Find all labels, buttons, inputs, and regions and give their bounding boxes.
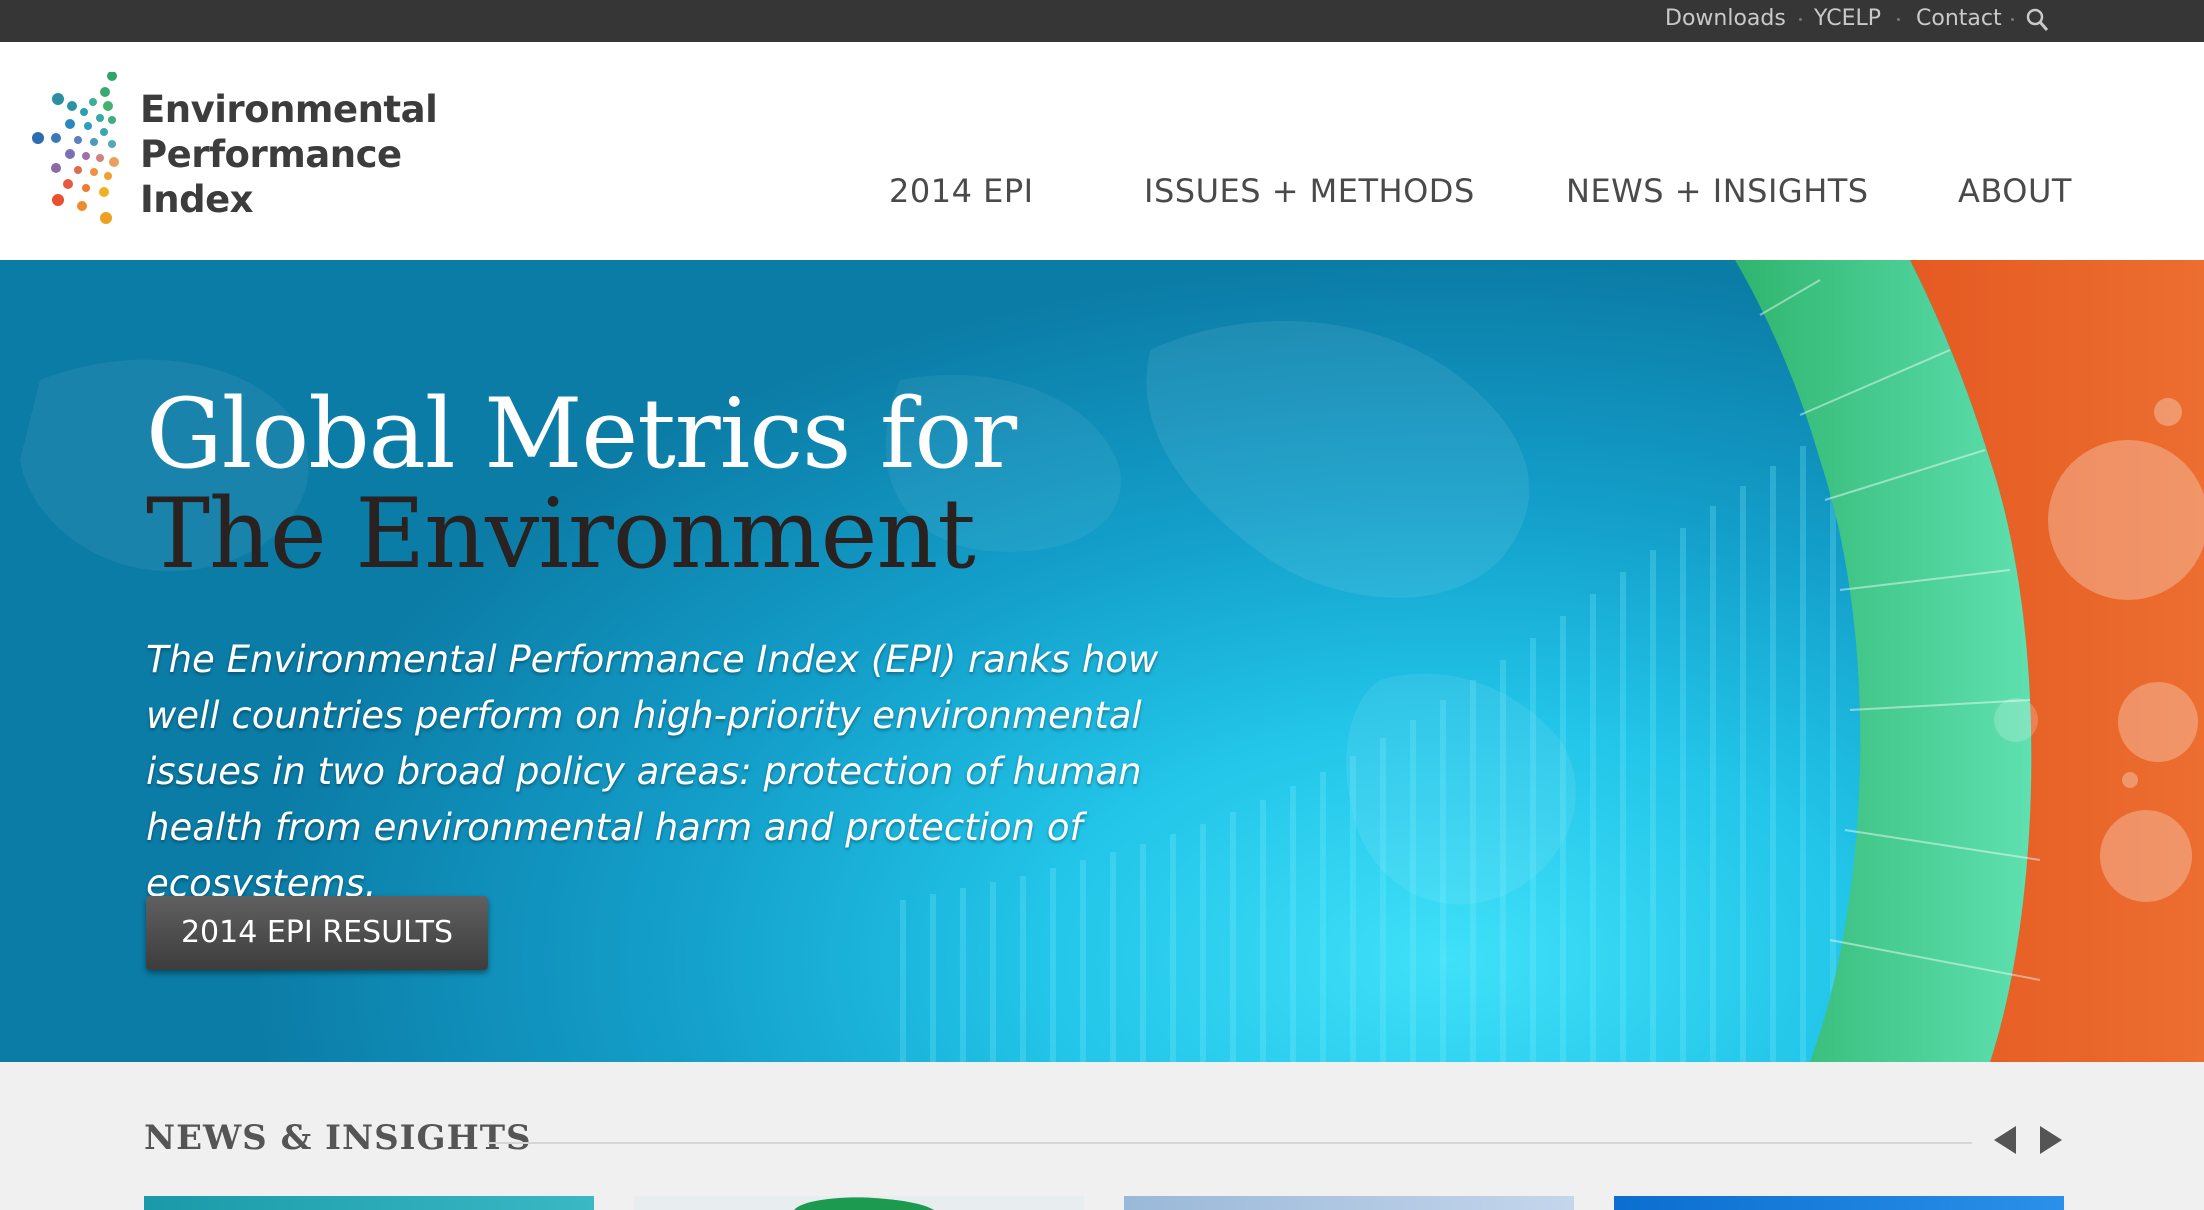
hero-banner: Global Metrics for The Environment The E…	[0, 260, 2204, 1062]
hero-title-line2: The Environment	[146, 478, 976, 590]
epi-results-button[interactable]: 2014 EPI RESULTS	[146, 896, 488, 970]
nav-item-news-insights[interactable]: NEWS + INSIGHTS	[1566, 172, 1869, 210]
news-card-thumbnail[interactable]	[1614, 1196, 2064, 1210]
separator-dot	[1799, 18, 1802, 21]
nav-item-about[interactable]: ABOUT	[1958, 172, 2072, 210]
triangle-right-icon[interactable]	[2038, 1124, 2064, 1156]
logo-text-line3: Index	[140, 178, 254, 221]
separator-dot	[1897, 18, 1900, 21]
ycelp-link[interactable]: YCELP	[1814, 0, 1881, 42]
downloads-link[interactable]: Downloads	[1665, 0, 1786, 42]
thumbnail-graphic	[794, 1197, 934, 1210]
nav-item-issues-methods[interactable]: ISSUES + METHODS	[1144, 172, 1475, 210]
news-section: NEWS & INSIGHTS	[0, 1062, 2204, 1210]
hero-description: The Environmental Performance Index (EPI…	[146, 638, 1159, 905]
search-icon[interactable]	[2025, 7, 2049, 33]
utility-bar: Downloads YCELP Contact	[0, 0, 2204, 42]
separator-dot	[2011, 18, 2014, 21]
news-card-thumbnail[interactable]	[1124, 1196, 1574, 1210]
site-header: Environmental Performance Index 2014 EPI…	[0, 42, 2204, 260]
news-card-thumbnail[interactable]	[144, 1196, 594, 1210]
section-divider	[488, 1142, 1972, 1144]
logo-text-line2: Performance	[140, 133, 402, 176]
news-section-title: NEWS & INSIGHTS	[144, 1118, 532, 1158]
contact-link[interactable]: Contact	[1916, 0, 2002, 42]
epi-logo-icon[interactable]	[28, 72, 128, 242]
logo-text-line1: Environmental	[140, 88, 438, 131]
nav-item-2014-epi[interactable]: 2014 EPI	[889, 172, 1034, 210]
news-card-thumbnail[interactable]	[634, 1196, 1084, 1210]
hero-title-line1: Global Metrics for	[146, 378, 1017, 490]
triangle-left-icon[interactable]	[1992, 1124, 2018, 1156]
